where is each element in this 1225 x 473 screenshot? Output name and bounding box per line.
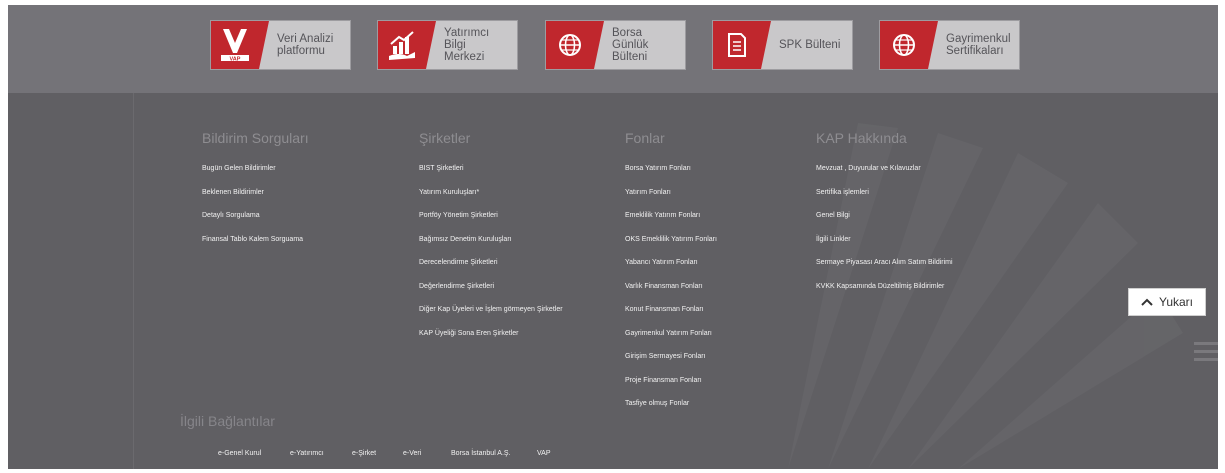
footer-link[interactable]: Borsa Yatırım Fonları <box>625 165 691 172</box>
related-links-title: İlgili Bağlantılar <box>180 413 275 429</box>
footer-link[interactable]: Finansal Tablo Kalem Sorguama <box>202 236 303 243</box>
related-link[interactable]: Borsa İstanbul A.Ş. <box>451 450 511 457</box>
footer-link[interactable]: KAP Üyeliği Sona Eren Şirketler <box>419 330 518 337</box>
vap-logo-icon: VAP <box>211 21 269 69</box>
footer-link[interactable]: Beklenen Bildirimler <box>202 189 264 196</box>
related-link[interactable]: e-Yatırımcı <box>290 450 324 457</box>
card-label: Gayrimenkul Sertifikaları <box>946 33 1011 57</box>
footer-link[interactable]: Varlık Finansman Fonları <box>625 283 703 290</box>
footer-link[interactable]: Genel Bilgi <box>816 212 850 219</box>
footer-link[interactable]: Tasfiye olmuş Fonlar <box>625 400 689 407</box>
footer-column-title: Bildirim Sorguları <box>202 130 309 146</box>
footer-link[interactable]: Yatırım Kuruluşları* <box>419 189 479 196</box>
footer-link[interactable]: Sertifika işlemleri <box>816 189 869 196</box>
scroll-to-top-button[interactable]: Yukarı <box>1128 288 1206 316</box>
service-links-bar: VAP Veri Analizi platformu Yatırımcı Bil… <box>8 5 1218 93</box>
footer-link[interactable]: OKS Emeklilik Yatırım Fonları <box>625 236 717 243</box>
footer-link[interactable]: Mevzuat , Duyurular ve Kılavuzlar <box>816 165 921 172</box>
footer-column-title: Fonlar <box>625 130 665 146</box>
footer-link[interactable]: BIST Şirketleri <box>419 165 464 172</box>
globe-icon <box>546 21 604 69</box>
footer-link[interactable]: Bağımsız Denetim Kuruluşları <box>419 236 512 243</box>
chevron-up-icon <box>1141 298 1153 306</box>
site-footer: Bildirim Sorguları Bugün Gelen Bildirimle… <box>8 93 1218 469</box>
card-label: Borsa Günlük Bülteni <box>612 27 649 63</box>
footer-link[interactable]: Konut Finansman Fonları <box>625 306 704 313</box>
footer-link[interactable]: Portföy Yönetim Şirketleri <box>419 212 498 219</box>
card-yatirimci-bilgi-merkezi[interactable]: Yatırımcı Bilgi Merkezi <box>377 20 518 70</box>
footer-link[interactable]: Proje Finansman Fonları <box>625 377 702 384</box>
footer-column-title: KAP Hakkında <box>816 130 907 146</box>
footer-link[interactable]: Yabancı Yatırım Fonları <box>625 259 698 266</box>
investor-growth-icon <box>378 21 436 69</box>
related-link[interactable]: e-Genel Kurul <box>218 450 261 457</box>
footer-link[interactable]: Emeklilik Yatırım Fonları <box>625 212 700 219</box>
card-borsa-gunluk-bulteni[interactable]: Borsa Günlük Bülteni <box>545 20 686 70</box>
vap-logo-text: VAP <box>230 57 241 63</box>
footer-link[interactable]: Sermaye Piyasası Aracı Alım Satım Bildir… <box>816 259 953 266</box>
globe-icon <box>880 21 938 69</box>
related-link[interactable]: VAP <box>537 450 551 457</box>
related-link[interactable]: e-Şirket <box>352 450 376 457</box>
footer-link[interactable]: Bugün Gelen Bildirimler <box>202 165 276 172</box>
card-veri-analizi[interactable]: VAP Veri Analizi platformu <box>210 20 351 70</box>
scroll-to-top-label: Yukarı <box>1158 295 1194 309</box>
document-icon <box>713 21 771 69</box>
card-spk-bulteni[interactable]: SPK Bülteni <box>712 20 853 70</box>
footer-link[interactable]: Girişim Sermayesi Fonları <box>625 353 706 360</box>
footer-link[interactable]: Değerlendirme Şirketleri <box>419 283 494 290</box>
footer-link[interactable]: Detaylı Sorgulama <box>202 212 260 219</box>
footer-link[interactable]: Derecelendirme Şirketleri <box>419 259 498 266</box>
footer-column-title: Şirketler <box>419 130 471 146</box>
card-label: Veri Analizi platformu <box>277 33 334 57</box>
card-gayrimenkul-sertifikalari[interactable]: Gayrimenkul Sertifikaları <box>879 20 1020 70</box>
footer-link[interactable]: Gayrimenkul Yatırım Fonları <box>625 330 712 337</box>
footer-link[interactable]: Yatırım Fonları <box>625 189 671 196</box>
footer-link[interactable]: KVKK Kapsamında Düzeltilmiş Bildirimler <box>816 283 944 290</box>
hamburger-menu-icon[interactable] <box>1194 342 1218 362</box>
related-link[interactable]: e-Veri <box>403 450 421 457</box>
footer-link[interactable]: Diğer Kap Üyeleri ve İşlem görmeyen Şirk… <box>419 306 563 313</box>
card-label: SPK Bülteni <box>779 39 841 51</box>
card-label: Yatırımcı Bilgi Merkezi <box>444 27 490 63</box>
footer-link[interactable]: İlgili Linkler <box>816 236 851 243</box>
